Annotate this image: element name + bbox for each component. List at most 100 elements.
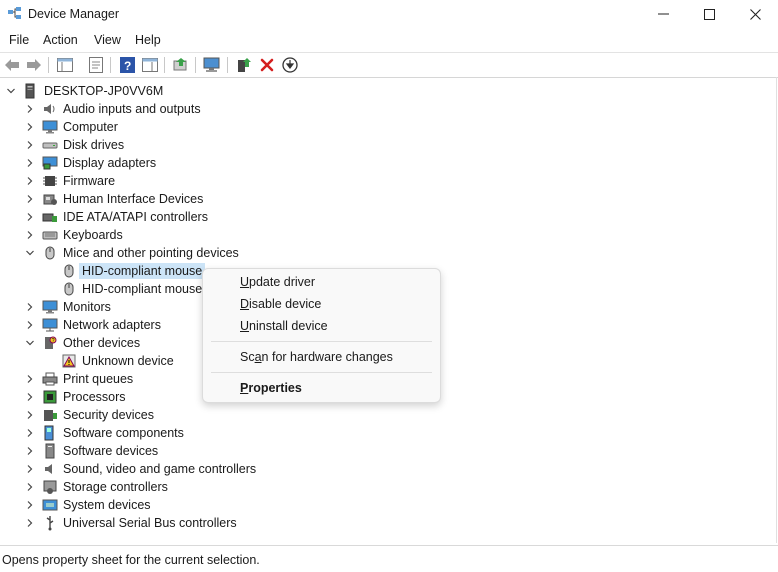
computer-tower-icon (25, 83, 35, 99)
menu-action[interactable]: Action (43, 33, 78, 47)
chevron-right-icon[interactable] (25, 464, 35, 474)
category-label: Print queues (63, 372, 134, 386)
category-label: Display adapters (63, 156, 157, 170)
minimize-icon (657, 13, 669, 15)
printer-icon (42, 372, 58, 386)
disk-drive-icon (42, 142, 58, 149)
menu-file[interactable]: File (9, 33, 29, 47)
menu-view[interactable]: View (94, 33, 121, 47)
network-adapter-icon (42, 318, 58, 332)
software-component-icon (44, 425, 54, 441)
monitor-icon (42, 120, 58, 134)
window-title: Device Manager (28, 7, 120, 21)
category-label: Processors (63, 390, 126, 404)
category-label: Storage controllers (63, 480, 168, 494)
action-pane-icon (142, 58, 158, 72)
maximize-button[interactable] (686, 0, 732, 28)
context-menu: Update driver Disable device Uninstall d… (202, 268, 441, 403)
category-label: Software components (63, 426, 184, 440)
forward-button[interactable] (25, 56, 43, 74)
back-button[interactable] (3, 56, 21, 74)
mouse-icon (64, 282, 74, 296)
enable-device-toolbar-button[interactable] (235, 56, 253, 74)
chevron-right-icon[interactable] (25, 500, 35, 510)
properties-toolbar-button[interactable] (87, 56, 105, 74)
chevron-right-icon[interactable] (25, 482, 35, 492)
ide-controller-icon (42, 213, 57, 222)
chevron-down-icon[interactable] (25, 338, 35, 348)
chevron-right-icon[interactable] (25, 158, 35, 168)
chevron-down-icon[interactable] (6, 86, 16, 96)
chevron-right-icon[interactable] (25, 410, 35, 420)
help-icon: ? (119, 57, 135, 73)
close-icon (749, 8, 761, 20)
menu-separator (211, 341, 432, 342)
chevron-right-icon[interactable] (25, 302, 35, 312)
security-device-icon (44, 410, 57, 421)
unknown-device-icon (62, 354, 76, 368)
toolbar-separator (164, 57, 165, 73)
action-pane-button[interactable] (141, 56, 159, 74)
category-label: IDE ATA/ATAPI controllers (63, 210, 208, 224)
help-toolbar-button[interactable]: ? (118, 56, 136, 74)
chevron-right-icon[interactable] (25, 230, 35, 240)
system-device-icon (42, 499, 58, 511)
download-toolbar-button[interactable] (281, 56, 299, 74)
menu-help[interactable]: Help (135, 33, 161, 47)
download-icon (282, 57, 298, 73)
scan-hardware-toolbar-button[interactable] (203, 56, 221, 74)
chevron-right-icon[interactable] (25, 140, 35, 150)
chevron-right-icon[interactable] (25, 428, 35, 438)
chevron-down-icon[interactable] (25, 248, 35, 258)
chevron-right-icon[interactable] (25, 320, 35, 330)
status-text: Opens property sheet for the current sel… (2, 553, 260, 567)
device-label: HID-compliant mouse (79, 263, 206, 279)
menu-uninstall-device[interactable]: Uninstall device (240, 319, 328, 333)
other-devices-icon: ? (45, 336, 57, 349)
menu-separator (211, 372, 432, 373)
close-button[interactable] (732, 0, 778, 28)
software-device-icon (45, 443, 55, 459)
chevron-right-icon[interactable] (25, 122, 35, 132)
menu-scan-hardware[interactable]: Scan for hardware changes (240, 350, 393, 364)
title-bar: Device Manager (0, 0, 778, 28)
monitor-icon (42, 300, 58, 314)
display-adapter-icon (42, 156, 58, 170)
menu-properties[interactable]: Properties (240, 381, 302, 395)
chevron-right-icon[interactable] (25, 104, 35, 114)
category-label: Computer (63, 120, 118, 134)
uninstall-device-toolbar-button[interactable] (258, 56, 276, 74)
update-driver-toolbar-button[interactable] (172, 56, 190, 74)
storage-controller-icon (43, 480, 57, 494)
chevron-right-icon[interactable] (25, 518, 35, 528)
category-label: Sound, video and game controllers (63, 462, 257, 476)
category-label: Firmware (63, 174, 116, 188)
mouse-icon (64, 264, 74, 278)
category-label: Universal Serial Bus controllers (63, 516, 237, 530)
firmware-icon (43, 176, 57, 186)
device-label: HID-compliant mouse (82, 282, 203, 296)
device-manager-icon (8, 7, 21, 19)
scan-hardware-icon (203, 57, 220, 72)
menu-update-driver[interactable]: Update driver (240, 275, 315, 289)
toolbar-separator (48, 57, 49, 73)
console-tree-button[interactable] (56, 56, 74, 74)
enable-device-icon (238, 58, 251, 72)
speaker-icon (44, 104, 55, 114)
chevron-right-icon[interactable] (25, 194, 35, 204)
chevron-right-icon[interactable] (25, 374, 35, 384)
category-label: Human Interface Devices (63, 192, 204, 206)
status-bar: Opens property sheet for the current sel… (0, 545, 778, 572)
category-label: Monitors (63, 300, 111, 314)
chevron-right-icon[interactable] (25, 176, 35, 186)
category-label: Disk drives (63, 138, 125, 152)
update-driver-icon (173, 58, 187, 71)
chevron-right-icon[interactable] (25, 392, 35, 402)
sound-icon (45, 464, 52, 474)
chevron-right-icon[interactable] (25, 212, 35, 222)
svg-text:?: ? (124, 59, 131, 73)
show-hide-console-tree-icon (57, 58, 73, 72)
menu-disable-device[interactable]: Disable device (240, 297, 321, 311)
chevron-right-icon[interactable] (25, 446, 35, 456)
minimize-button[interactable] (640, 0, 686, 28)
